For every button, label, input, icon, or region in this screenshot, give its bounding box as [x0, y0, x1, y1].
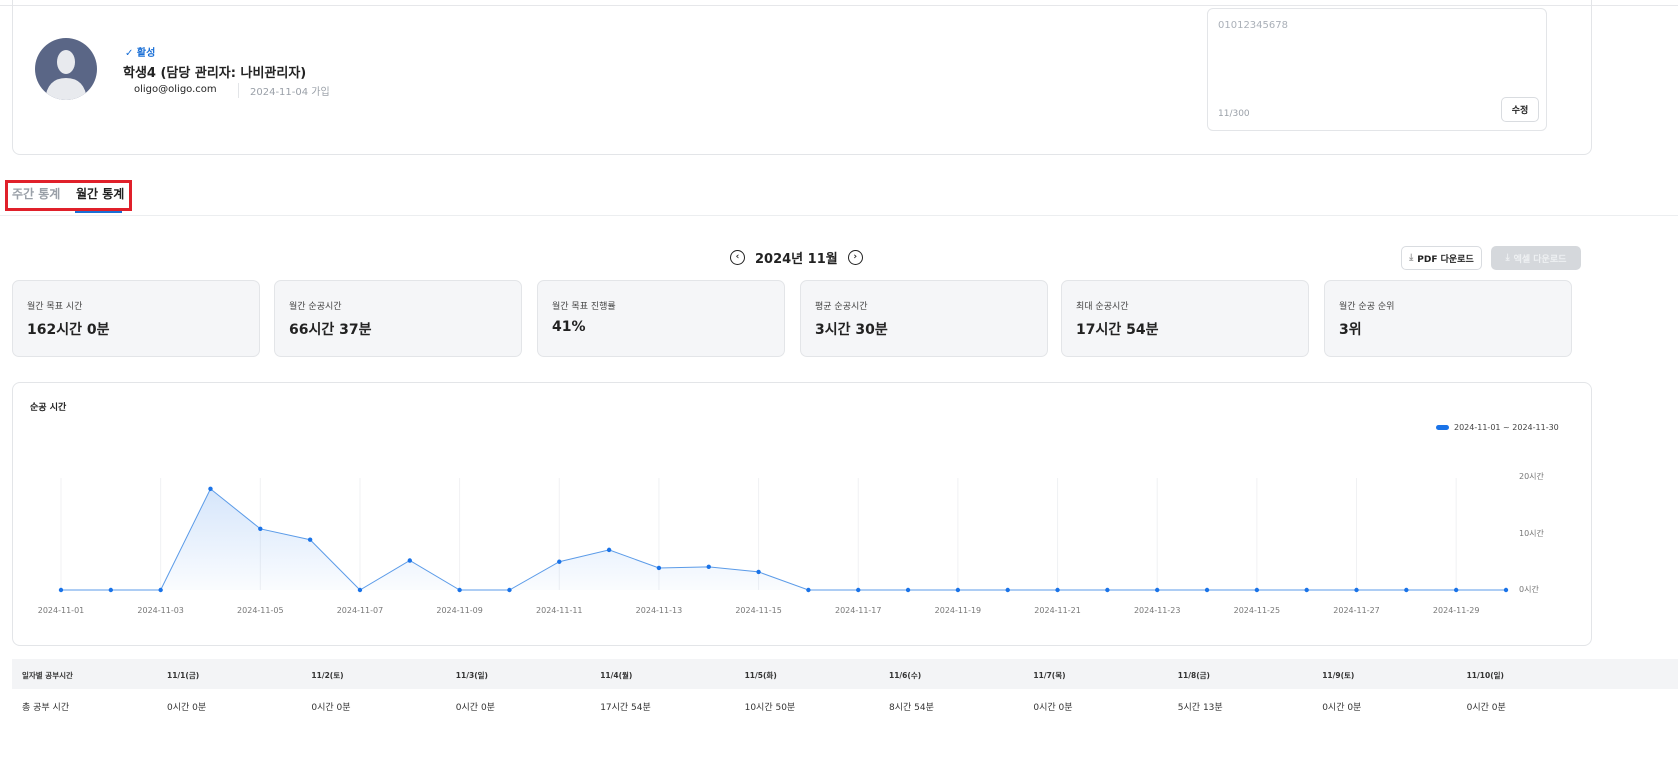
- table-column-header: 11/8(금): [1177, 671, 1210, 680]
- x-tick-label: 2024-11-11: [536, 606, 583, 615]
- data-point[interactable]: [1453, 587, 1459, 593]
- data-point[interactable]: [307, 537, 313, 542]
- table-column-header: 11/2(토): [311, 671, 344, 680]
- data-point[interactable]: [58, 587, 64, 593]
- data-point[interactable]: [1105, 587, 1110, 593]
- table-column-header: 11/3(일): [455, 671, 488, 680]
- table-column-header: 11/10(일): [1466, 671, 1504, 680]
- data-point[interactable]: [1204, 587, 1210, 593]
- table-cell: 17시간 54분: [600, 703, 651, 713]
- data-point[interactable]: [706, 564, 711, 570]
- table-cell: 5시간 13분: [1177, 703, 1223, 713]
- table-header-label: 일자별 공부시간: [22, 671, 73, 680]
- table-header-row: [12, 659, 1678, 689]
- data-point[interactable]: [1155, 587, 1160, 593]
- data-point[interactable]: [1055, 587, 1060, 593]
- table-cell: 0시간 0분: [455, 703, 495, 713]
- table-column-header: 11/9(토): [1322, 671, 1355, 680]
- x-tick-label: 2024-11-19: [934, 606, 982, 615]
- data-point[interactable]: [1404, 587, 1409, 593]
- area-fill: [61, 488, 1506, 590]
- table-cell: 8시간 54분: [889, 703, 934, 713]
- data-point[interactable]: [806, 587, 811, 593]
- table-cell: 0시간 0분: [167, 703, 207, 713]
- data-point[interactable]: [1503, 587, 1509, 593]
- x-tick-label: 2024-11-03: [137, 606, 184, 615]
- data-point[interactable]: [1254, 587, 1260, 593]
- table-cell: 10시간 50분: [744, 703, 796, 713]
- data-point[interactable]: [1354, 587, 1359, 593]
- table-cell: 0시간 0분: [311, 703, 351, 713]
- study-time-chart: [58, 478, 1509, 593]
- data-point[interactable]: [1005, 587, 1010, 593]
- x-tick-label: 2024-11-01: [37, 606, 85, 615]
- data-point[interactable]: [457, 587, 462, 593]
- data-point[interactable]: [756, 569, 761, 575]
- data-point[interactable]: [606, 547, 612, 553]
- table-column-header: 11/5(화): [744, 671, 777, 680]
- table-column-header: 11/6(수): [889, 671, 922, 680]
- y-tick-label: 0시간: [1519, 585, 1539, 594]
- data-point[interactable]: [108, 587, 114, 593]
- data-point[interactable]: [856, 587, 861, 593]
- data-point[interactable]: [158, 587, 163, 593]
- data-point[interactable]: [507, 587, 512, 593]
- table-column-header: 11/7(목): [1033, 671, 1066, 680]
- data-point[interactable]: [905, 587, 911, 593]
- table-column-header: 11/1(금): [167, 671, 200, 680]
- data-point[interactable]: [557, 559, 562, 564]
- x-tick-label: 2024-11-29: [1432, 606, 1480, 615]
- table-cell: 0시간 0분: [1466, 703, 1506, 713]
- data-point[interactable]: [258, 526, 263, 532]
- x-tick-label: 2024-11-27: [1333, 606, 1380, 615]
- x-tick-label: 2024-11-07: [336, 606, 384, 615]
- table-row-label: 총 공부 시간: [22, 703, 70, 713]
- table-cell: 0시간 0분: [1033, 703, 1073, 713]
- data-point[interactable]: [208, 486, 213, 492]
- x-tick-label: 2024-11-05: [237, 606, 284, 615]
- data-point[interactable]: [1304, 587, 1309, 593]
- x-tick-label: 2024-11-23: [1133, 606, 1181, 615]
- data-point[interactable]: [656, 565, 662, 571]
- x-tick-label: 2024-11-15: [735, 606, 782, 615]
- x-tick-label: 2024-11-25: [1233, 606, 1281, 615]
- x-tick-label: 2024-11-13: [635, 606, 683, 615]
- x-tick-label: 2024-11-21: [1034, 606, 1081, 615]
- y-tick-label: 10시간: [1519, 528, 1544, 538]
- data-point[interactable]: [357, 587, 363, 593]
- table-column-header: 11/4(월): [600, 671, 633, 680]
- y-tick-label: 20시간: [1519, 472, 1544, 481]
- x-tick-label: 2024-11-17: [834, 606, 882, 615]
- x-tick-label: 2024-11-09: [436, 606, 483, 615]
- data-point[interactable]: [407, 558, 412, 563]
- data-point[interactable]: [955, 587, 961, 593]
- table-cell: 0시간 0분: [1322, 703, 1362, 713]
